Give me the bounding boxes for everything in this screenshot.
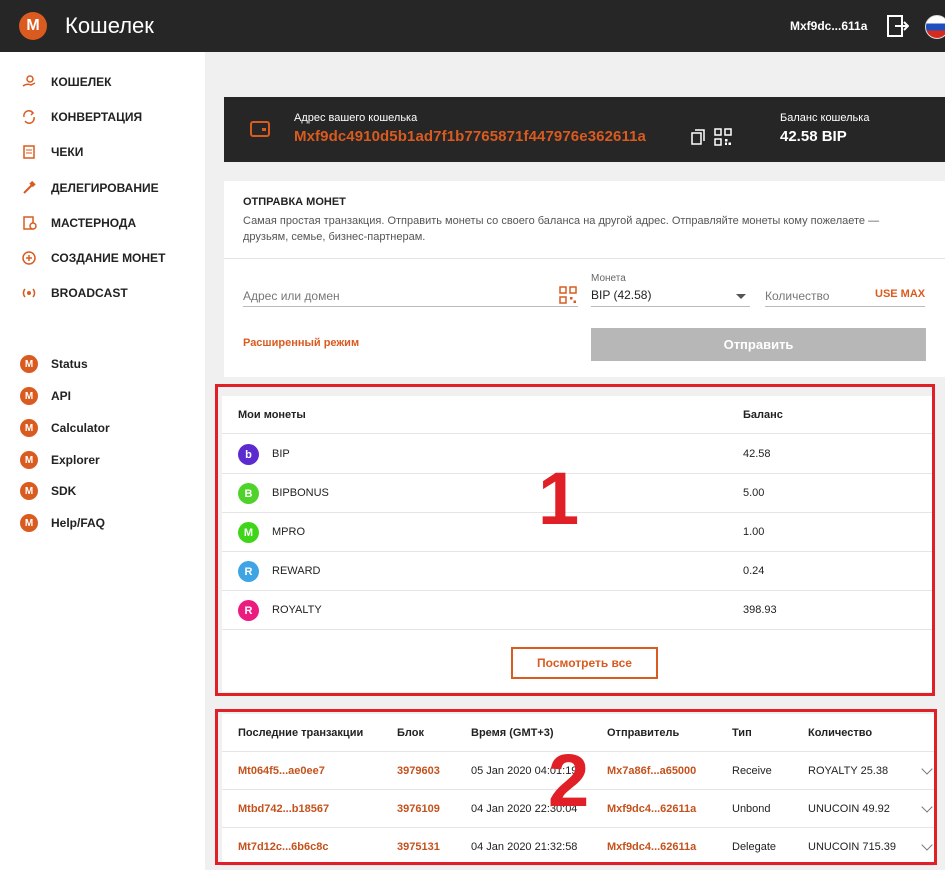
sidebar-item-masternode[interactable]: МАСТЕРНОДА [20,212,136,234]
sidebar-link-status[interactable]: M Status [20,353,88,375]
sidebar-item-label: BROADCAST [51,286,128,300]
send-coins-card: ОТПРАВКА МОНЕТ Самая простая транзакция.… [224,181,945,377]
sidebar-link-label: Explorer [51,453,100,467]
annotation-number-2: 2 [548,739,590,822]
sidebar-item-label: КОНВЕРТАЦИЯ [51,110,143,124]
sidebar-link-api[interactable]: M API [20,385,71,407]
wallet-balance: 42.58 BIP [780,128,847,145]
sidebar-item-label: КОШЕЛЕК [51,75,112,89]
sidebar-item-label: МАСТЕРНОДА [51,216,137,230]
sidebar-item-broadcast[interactable]: BROADCAST [20,282,128,304]
use-max-button[interactable]: USE MAX [875,288,925,300]
wallet-address-label: Адрес вашего кошелька [294,112,418,124]
annotation-number-1: 1 [538,457,580,540]
qr-scan-icon[interactable] [559,286,577,304]
divider [224,258,945,259]
wallet-icon [250,121,270,137]
minter-icon: M [20,355,38,373]
sidebar-link-sdk[interactable]: M SDK [20,480,76,502]
advanced-mode-link[interactable]: Расширенный режим [243,337,359,349]
qr-code-icon[interactable] [714,128,732,146]
dropdown-arrow-icon [736,294,746,299]
wallet-balance-label: Баланс кошелька [780,112,870,124]
coin-select-value: BIP (42.58) [591,288,652,302]
sidebar-link-label: API [51,389,72,403]
broadcast-icon [20,284,38,302]
sidebar-link-explorer[interactable]: M Explorer [20,449,100,471]
send-button[interactable]: Отправить [591,328,926,361]
minter-icon: M [20,451,38,469]
sidebar-link-calculator[interactable]: M Calculator [20,417,110,439]
sidebar-link-label: Status [51,357,88,371]
checks-icon [20,143,38,161]
sidebar-item-label: ЧЕКИ [51,145,84,159]
sidebar-item-label: ДЕЛЕГИРОВАНИЕ [51,181,159,195]
app-title: Кошелек [65,13,154,38]
copy-icon[interactable] [691,129,705,145]
minter-icon: M [20,387,38,405]
language-flag-icon[interactable] [925,15,945,39]
sidebar-link-label: SDK [51,484,77,498]
sidebar-link-help[interactable]: M Help/FAQ [20,512,105,534]
wallet-address[interactable]: Mxf9dc4910d5b1ad7f1b7765871f447976e36261… [294,128,646,145]
convert-icon [20,108,38,126]
top-bar: M Кошелек Mxf9dc...611a [0,0,945,52]
logout-icon[interactable] [887,15,909,37]
send-title: ОТПРАВКА МОНЕТ [243,196,346,208]
minter-logo[interactable]: M [19,12,47,40]
address-input[interactable] [243,285,578,307]
sidebar-link-label: Calculator [51,421,110,435]
sidebar-item-wallet[interactable]: КОШЕЛЕК [20,71,111,93]
delegate-icon [20,179,38,197]
sidebar-item-create-coin[interactable]: СОЗДАНИЕ МОНЕТ [20,247,165,269]
sidebar: КОШЕЛЕК КОНВЕРТАЦИЯ ЧЕКИ ДЕЛЕГИРОВАНИЕ М… [0,52,205,870]
create-coin-icon [20,249,38,267]
coin-select-label: Монета [591,273,626,284]
sidebar-item-label: СОЗДАНИЕ МОНЕТ [51,251,166,265]
sidebar-item-delegation[interactable]: ДЕЛЕГИРОВАНИЕ [20,177,159,199]
sidebar-item-checks[interactable]: ЧЕКИ [20,141,83,163]
minter-icon: M [20,419,38,437]
wallet-bar: Адрес вашего кошелька Mxf9dc4910d5b1ad7f… [224,97,945,162]
masternode-icon [20,214,38,232]
sidebar-link-label: Help/FAQ [51,516,106,530]
minter-icon: M [20,514,38,532]
send-description: Самая простая транзакция. Отправить моне… [243,215,880,243]
wallet-hand-icon [20,73,38,91]
coin-select[interactable]: BIP (42.58) [591,285,750,307]
account-address[interactable]: Mxf9dc...611a [790,19,867,33]
sidebar-item-convert[interactable]: КОНВЕРТАЦИЯ [20,106,142,128]
minter-icon: M [20,482,38,500]
